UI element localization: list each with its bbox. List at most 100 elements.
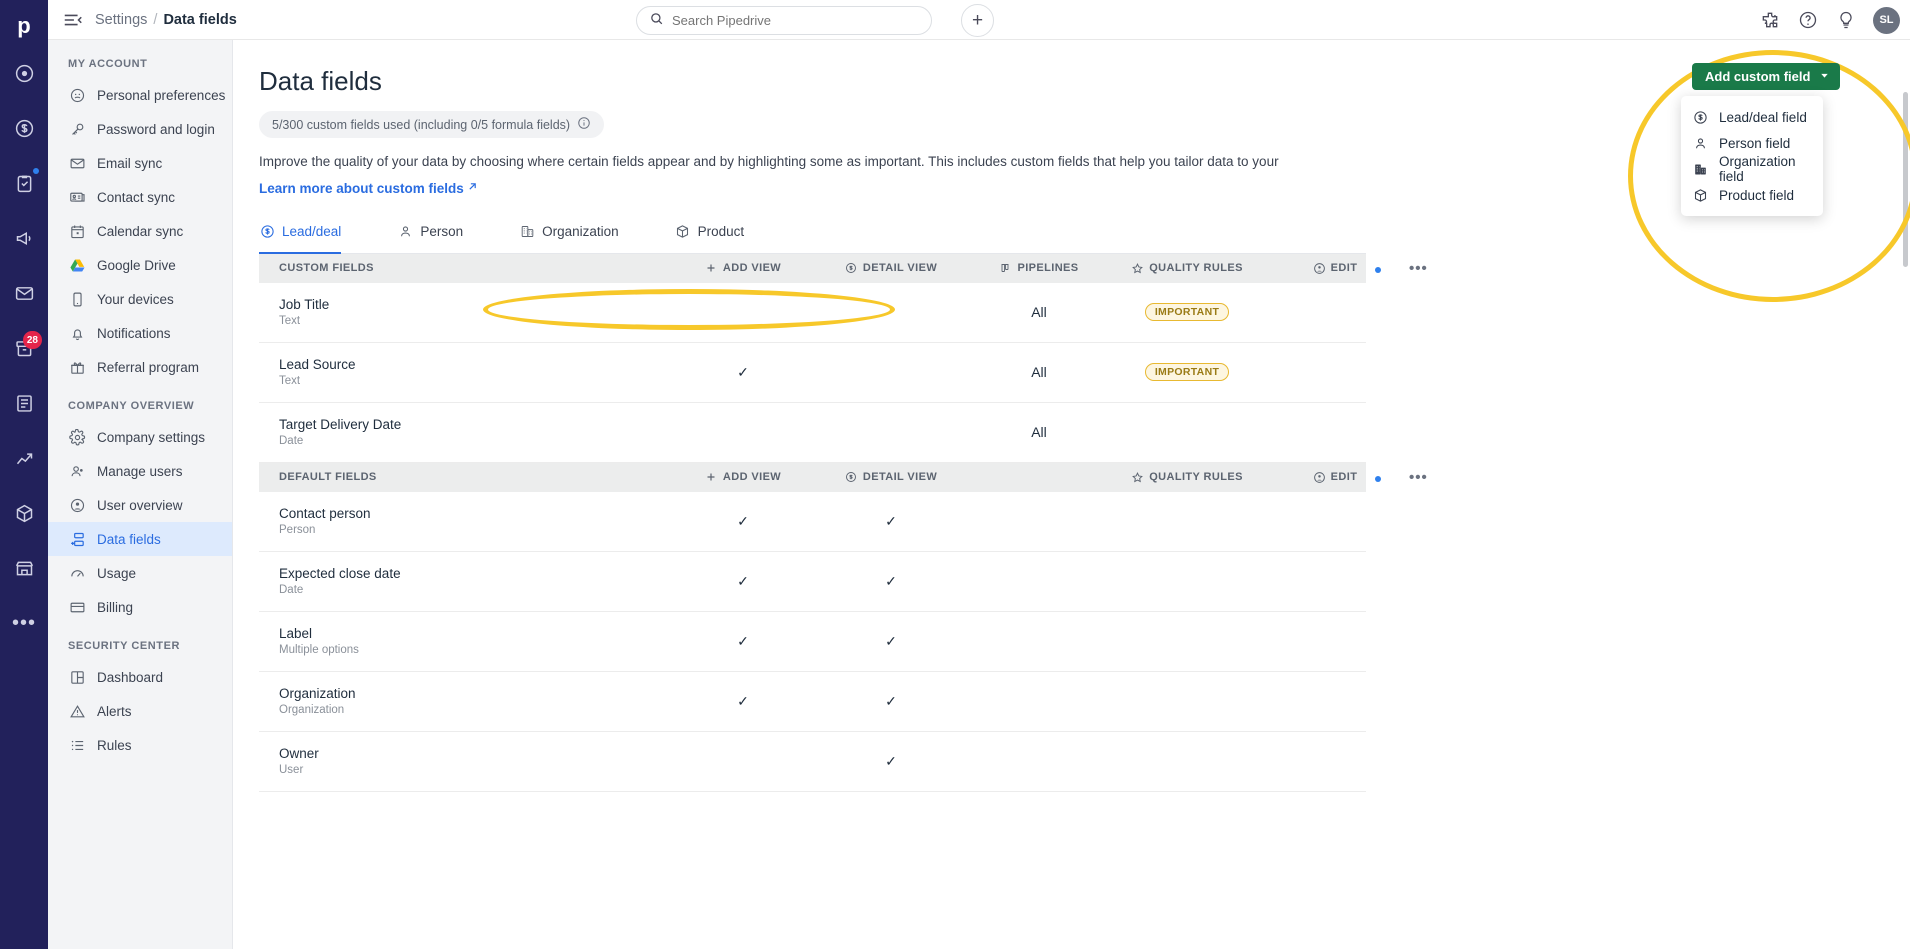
menu-item-lead-deal-field[interactable]: Lead/deal field — [1681, 104, 1823, 130]
cell-detail-view[interactable]: ✓ — [817, 513, 965, 530]
cell-pipelines[interactable]: All — [965, 304, 1113, 320]
search-input[interactable] — [672, 13, 912, 28]
search-box[interactable] — [636, 6, 932, 35]
cell-detail-view[interactable]: ✓ — [817, 693, 965, 710]
column-header-edit[interactable]: EDIT — [1261, 471, 1409, 484]
add-custom-field-button[interactable]: Add custom field — [1692, 63, 1841, 90]
sidebar-item-rules[interactable]: Rules — [48, 728, 232, 762]
field-name-cell: Label Multiple options — [259, 626, 669, 656]
table-row[interactable]: Target Delivery Date Date All — [259, 403, 1366, 463]
sidebar-item-label: Calendar sync — [97, 223, 184, 239]
rail-item-activities[interactable] — [0, 46, 48, 101]
vertical-scrollbar[interactable] — [1903, 92, 1908, 267]
tab-person[interactable]: Person — [397, 220, 463, 253]
rail-more-button[interactable]: ••• — [0, 596, 48, 651]
menu-collapse-icon[interactable] — [61, 8, 85, 32]
tab-organization[interactable]: Organization — [519, 220, 619, 253]
cell-quality-rules[interactable]: IMPORTANT — [1113, 303, 1261, 321]
top-bar-actions: SL — [1759, 0, 1900, 40]
column-header-detail-view[interactable]: DETAIL VIEW — [817, 262, 965, 275]
cell-detail-view[interactable]: ✓ — [817, 753, 965, 770]
sidebar-item-billing[interactable]: Billing — [48, 590, 232, 624]
table-row[interactable]: Lead Source Text ✓ All IMPORTANT — [259, 343, 1366, 403]
table-row[interactable]: Expected close date Date ✓ ✓ — [259, 552, 1366, 612]
pipedrive-logo-icon[interactable]: p — [0, 6, 48, 46]
field-name-cell: Target Delivery Date Date — [259, 417, 669, 447]
sidebar-item-your-devices[interactable]: Your devices — [48, 282, 232, 316]
learn-more-link[interactable]: Learn more about custom fields — [259, 180, 479, 196]
chevron-down-icon — [1819, 69, 1830, 84]
menu-item-product-field[interactable]: Product field — [1681, 182, 1823, 208]
field-type: Text — [279, 315, 301, 327]
menu-item-label: Product field — [1719, 187, 1795, 203]
column-header-detail-view[interactable]: DETAIL VIEW — [817, 471, 965, 484]
lightbulb-icon[interactable] — [1835, 9, 1857, 31]
column-header-name: DEFAULT FIELDS — [279, 471, 377, 483]
menu-item-organization-field[interactable]: Organization field — [1681, 154, 1823, 184]
sidebar-item-contact-sync[interactable]: Contact sync — [48, 180, 232, 214]
rail-item-marketplace[interactable] — [0, 541, 48, 596]
sidebar-item-referral-program[interactable]: Referral program — [48, 350, 232, 384]
rail-item-invoices[interactable] — [0, 376, 48, 431]
column-header-quality-rules[interactable]: QUALITY RULES — [1113, 471, 1261, 484]
page-title: Data fields — [259, 66, 382, 96]
avatar[interactable]: SL — [1873, 6, 1900, 34]
user-circle-icon — [1313, 471, 1326, 484]
table-more-options-button[interactable]: ••• — [1409, 469, 1428, 486]
envelope-icon — [14, 283, 35, 304]
rail-item-products[interactable] — [0, 486, 48, 541]
sidebar-item-password-and-login[interactable]: Password and login — [48, 112, 232, 146]
cell-add-view[interactable]: ✓ — [669, 364, 817, 381]
sidebar-item-personal-preferences[interactable]: Personal preferences — [48, 78, 232, 112]
sidebar-item-calendar-sync[interactable]: Calendar sync — [48, 214, 232, 248]
star-icon — [1131, 262, 1144, 275]
table-row[interactable]: Organization Organization ✓ ✓ — [259, 672, 1366, 732]
rail-item-leads[interactable] — [0, 156, 48, 211]
cell-add-view[interactable]: ✓ — [669, 693, 817, 710]
column-header-quality-rules[interactable]: QUALITY RULES — [1113, 262, 1261, 275]
rail-item-deals[interactable] — [0, 101, 48, 156]
rail-item-insights[interactable] — [0, 431, 48, 486]
table-more-options-button[interactable]: ••• — [1409, 260, 1428, 277]
rail-item-projects[interactable]: 28 — [0, 321, 48, 376]
tab-product[interactable]: Product — [675, 220, 744, 253]
breadcrumb-settings[interactable]: Settings — [95, 12, 147, 28]
column-header-add-view[interactable]: ADD VIEW — [669, 262, 817, 275]
help-icon[interactable] — [1797, 9, 1819, 31]
menu-item-person-field[interactable]: Person field — [1681, 130, 1823, 156]
column-header-pipelines[interactable]: PIPELINES — [965, 262, 1113, 275]
cell-detail-view[interactable]: ✓ — [817, 633, 965, 650]
cell-add-view[interactable]: ✓ — [669, 573, 817, 590]
sidebar-item-label: Personal preferences — [97, 87, 226, 103]
sidebar-item-usage[interactable]: Usage — [48, 556, 232, 590]
cell-quality-rules[interactable]: IMPORTANT — [1113, 363, 1261, 381]
add-new-button[interactable]: + — [961, 4, 994, 37]
column-header-add-view[interactable]: ADD VIEW — [669, 471, 817, 484]
sidebar-item-manage-users[interactable]: Manage users — [48, 454, 232, 488]
sidebar-item-user-overview[interactable]: User overview — [48, 488, 232, 522]
table-row[interactable]: Contact person Person ✓ ✓ — [259, 492, 1366, 552]
sidebar-item-google-drive[interactable]: Google Drive — [48, 248, 232, 282]
rail-item-mail[interactable] — [0, 266, 48, 321]
tab-lead-deal[interactable]: Lead/deal — [259, 220, 342, 254]
sidebar-item-company-settings[interactable]: Company settings — [48, 420, 232, 454]
cell-add-view[interactable]: ✓ — [669, 513, 817, 530]
cell-pipelines[interactable]: All — [965, 364, 1113, 380]
sidebar-item-data-fields[interactable]: Data fields — [48, 522, 232, 556]
table-row[interactable]: Owner User ✓ — [259, 732, 1366, 792]
cell-add-view[interactable]: ✓ — [669, 633, 817, 650]
sidebar-item-email-sync[interactable]: Email sync — [48, 146, 232, 180]
table-row[interactable]: Label Multiple options ✓ ✓ — [259, 612, 1366, 672]
column-header-edit[interactable]: EDIT — [1261, 262, 1409, 275]
sidebar-item-dashboard[interactable]: Dashboard — [48, 660, 232, 694]
table-row[interactable]: Job Title Text All IMPORTANT — [259, 283, 1366, 343]
column-header-label: ADD VIEW — [722, 262, 782, 274]
sidebar-item-alerts[interactable]: Alerts — [48, 694, 232, 728]
puzzle-icon[interactable] — [1759, 9, 1781, 31]
cell-pipelines[interactable]: All — [965, 424, 1113, 440]
sidebar-item-notifications[interactable]: Notifications — [48, 316, 232, 350]
info-icon[interactable] — [577, 116, 591, 133]
rail-item-campaigns[interactable] — [0, 211, 48, 266]
cell-detail-view[interactable]: ✓ — [817, 573, 965, 590]
gear-icon — [68, 428, 86, 446]
